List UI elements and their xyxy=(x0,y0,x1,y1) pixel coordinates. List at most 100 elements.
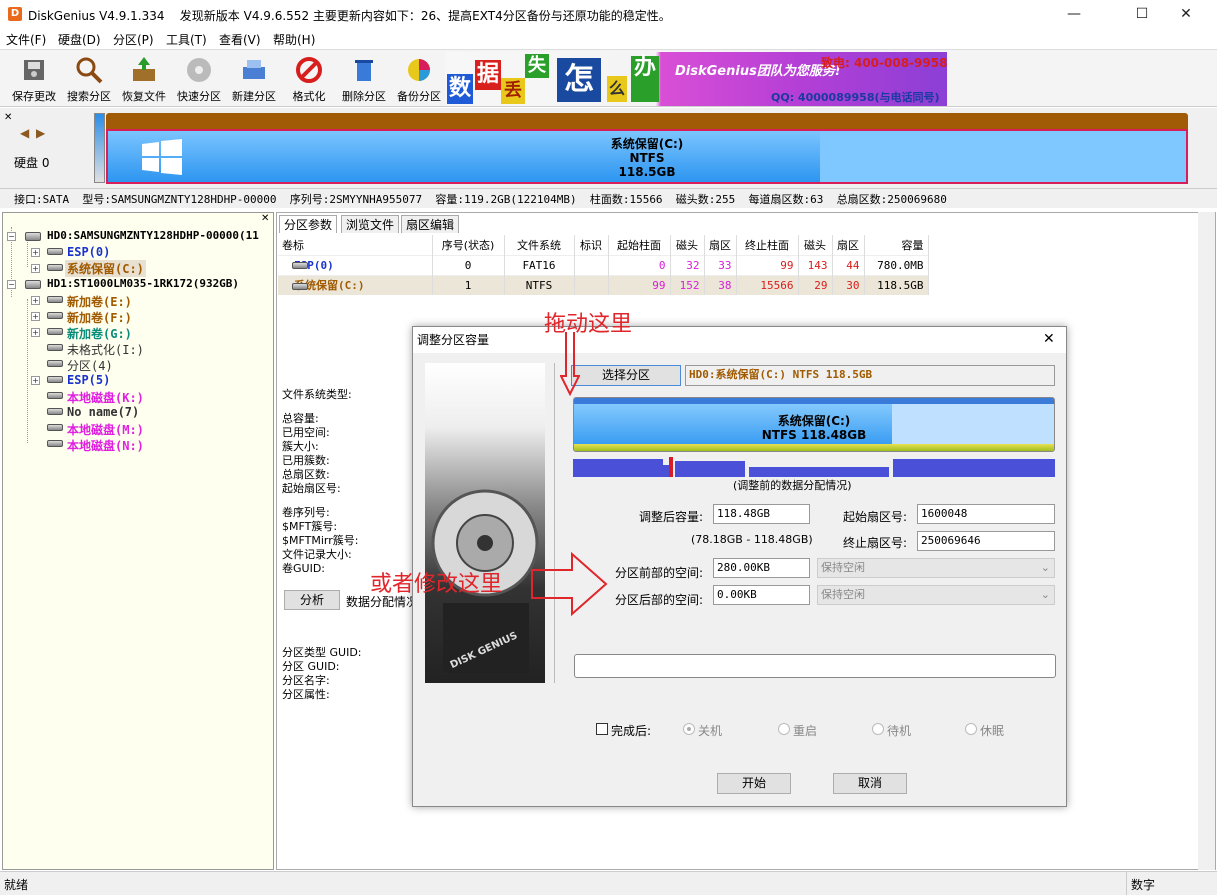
tree-item-esp5[interactable]: ESP(5) xyxy=(67,373,110,387)
before-action-select[interactable]: 保持空闲 ⌄ xyxy=(817,558,1055,578)
collapse-icon[interactable]: ✕ xyxy=(4,112,12,123)
detail-label: 分区属性: xyxy=(282,688,330,701)
tree-close-icon[interactable]: ✕ xyxy=(261,213,269,224)
minimize-button[interactable]: — xyxy=(1051,0,1097,28)
finish-label: 完成后: xyxy=(611,724,652,738)
numlock-indicator: 数字 xyxy=(1126,872,1166,895)
radio-hibernate[interactable] xyxy=(965,723,977,735)
start-button[interactable]: 开始 xyxy=(717,773,791,794)
tree-item-k[interactable]: 本地磁盘(K:) xyxy=(67,389,144,406)
new-partition-icon xyxy=(243,60,265,79)
tree-item-esp0[interactable]: ESP(0) xyxy=(67,245,110,259)
resize-partition-bar[interactable]: 系统保留(C:) NTFS 118.48GB xyxy=(573,397,1055,452)
tab-browse-files[interactable]: 浏览文件 xyxy=(341,215,400,233)
title-bar: D DiskGenius V4.9.1.334 发现新版本 V4.9.6.552… xyxy=(0,0,1217,28)
save-icon xyxy=(24,60,44,80)
quick-partition-button[interactable]: 快速分区 xyxy=(171,53,227,105)
tree-item-i[interactable]: 未格式化(I:) xyxy=(67,341,144,358)
before-space-input[interactable]: 280.00KB xyxy=(713,558,810,578)
size-after-input[interactable]: 118.48GB xyxy=(713,504,810,524)
col-id[interactable]: 标识 xyxy=(574,235,609,255)
tree-item-e[interactable]: 新加卷(E:) xyxy=(67,293,132,310)
next-disk-arrow-icon[interactable]: ▶ xyxy=(36,126,45,140)
col-start-sector[interactable]: 扇区 xyxy=(704,235,737,255)
tree-expand-icon[interactable]: + xyxy=(31,264,40,273)
start-sector-input[interactable]: 1600048 xyxy=(917,504,1055,524)
radio-shutdown[interactable] xyxy=(683,723,695,735)
end-sector-input[interactable]: 250069646 xyxy=(917,531,1055,551)
partition-icon xyxy=(47,344,63,351)
menu-partition[interactable]: 分区(P) xyxy=(113,31,154,48)
recover-files-button[interactable]: 恢复文件 xyxy=(116,53,172,105)
close-button[interactable]: ✕ xyxy=(1163,0,1209,28)
menu-help[interactable]: 帮助(H) xyxy=(273,31,315,48)
after-space-input[interactable]: 0.00KB xyxy=(713,585,810,605)
menu-tools[interactable]: 工具(T) xyxy=(166,31,207,48)
tree-item-system-reserved[interactable]: 系统保留(C:) xyxy=(65,260,146,277)
col-start-head[interactable]: 磁头 xyxy=(670,235,705,255)
tree-expand-icon[interactable]: + xyxy=(31,328,40,337)
save-changes-button[interactable]: 保存更改 xyxy=(6,53,62,105)
tree-expand-icon[interactable]: + xyxy=(31,248,40,257)
tree-item-g[interactable]: 新加卷(G:) xyxy=(67,325,132,342)
col-fs[interactable]: 文件系统 xyxy=(504,235,575,255)
maximize-button[interactable]: ☐ xyxy=(1119,0,1165,28)
tree-item-f[interactable]: 新加卷(F:) xyxy=(67,309,132,326)
col-end-cyl[interactable]: 终止柱面 xyxy=(736,235,799,255)
tree-item-n[interactable]: 本地磁盘(N:) xyxy=(67,437,144,454)
partition-icon xyxy=(292,262,308,269)
disk-free-strip[interactable] xyxy=(94,113,105,183)
tree-collapse-icon[interactable]: − xyxy=(7,232,16,241)
col-end-sector[interactable]: 扇区 xyxy=(832,235,865,255)
tree-item-m[interactable]: 本地磁盘(M:) xyxy=(67,421,144,438)
tree-expand-icon[interactable]: + xyxy=(31,312,40,321)
prev-disk-arrow-icon[interactable]: ◀ xyxy=(20,126,29,140)
search-partition-button[interactable]: 搜索分区 xyxy=(61,53,117,105)
backup-partition-button[interactable]: 备份分区 xyxy=(391,53,447,105)
disk-partition-name: 系统保留(C:) xyxy=(610,137,684,151)
tree-item-noname7[interactable]: No name(7) xyxy=(67,405,139,419)
finish-checkbox[interactable] xyxy=(596,723,608,735)
size-after-label: 调整后容量: xyxy=(639,510,704,524)
cancel-button[interactable]: 取消 xyxy=(833,773,907,794)
radio-restart[interactable] xyxy=(778,723,790,735)
after-action-select[interactable]: 保持空闲 ⌄ xyxy=(817,585,1055,605)
col-capacity[interactable]: 容量 xyxy=(864,235,929,255)
partition-icon xyxy=(47,392,63,399)
tree-collapse-icon[interactable]: − xyxy=(7,280,16,289)
partition-icon xyxy=(47,440,63,447)
delete-partition-button[interactable]: 删除分区 xyxy=(336,53,392,105)
select-partition-button[interactable]: 选择分区 xyxy=(571,365,681,386)
menu-view[interactable]: 查看(V) xyxy=(219,31,261,48)
format-button[interactable]: 格式化 xyxy=(281,53,337,105)
col-start-cyl[interactable]: 起始柱面 xyxy=(608,235,671,255)
tab-sector-editor[interactable]: 扇区编辑 xyxy=(401,215,460,233)
edit-here-annotation: 或者修改这里 xyxy=(370,572,503,597)
col-end-head[interactable]: 磁头 xyxy=(798,235,833,255)
analyze-button[interactable]: 分析 xyxy=(284,590,340,610)
tree-hd1[interactable]: HD1:ST1000LM035-1RK172(932GB) xyxy=(47,277,239,290)
partition-icon xyxy=(47,408,63,415)
tree-item-part4[interactable]: 分区(4) xyxy=(67,357,113,374)
tree-expand-icon[interactable]: + xyxy=(31,296,40,305)
data-distribution-graph xyxy=(573,457,1055,477)
menu-disk[interactable]: 硬盘(D) xyxy=(58,31,101,48)
ad-banner[interactable]: 数 据 丢 失 怎 么 办 DiskGenius团队为您服务! 致电: 400-… xyxy=(445,52,947,106)
status-bar: 就绪 数字 xyxy=(0,871,1217,895)
table-row[interactable]: ESP(0) 0 FAT16 0 32 33 99 143 44 780.0MB xyxy=(278,254,929,275)
dialog-close-icon[interactable]: ✕ xyxy=(1043,331,1055,347)
table-row-selected[interactable]: 系统保留(C:) 1 NTFS 99 152 38 15566 29 30 11… xyxy=(278,274,929,295)
disk-partition-c[interactable]: 系统保留(C:) NTFS 118.5GB xyxy=(106,129,1188,184)
radio-standby[interactable] xyxy=(872,723,884,735)
tree-expand-icon[interactable]: + xyxy=(31,376,40,385)
tab-partition-params[interactable]: 分区参数 xyxy=(279,215,338,233)
vertical-scrollbar[interactable] xyxy=(1198,212,1215,870)
tree-hd0[interactable]: HD0:SAMSUNGMZNTY128HDHP-00000(11 xyxy=(47,229,259,242)
start-sector-label: 起始扇区号: xyxy=(843,510,908,524)
col-index[interactable]: 序号(状态) xyxy=(432,235,505,255)
menu-file[interactable]: 文件(F) xyxy=(6,31,46,48)
new-partition-button[interactable]: 新建分区 xyxy=(226,53,282,105)
radio-shutdown-label: 关机 xyxy=(698,724,723,738)
disk-tree[interactable]: ✕ − HD0:SAMSUNGMZNTY128HDHP-00000(11 + E… xyxy=(2,212,274,870)
col-volume-label[interactable]: 卷标 xyxy=(278,235,433,255)
